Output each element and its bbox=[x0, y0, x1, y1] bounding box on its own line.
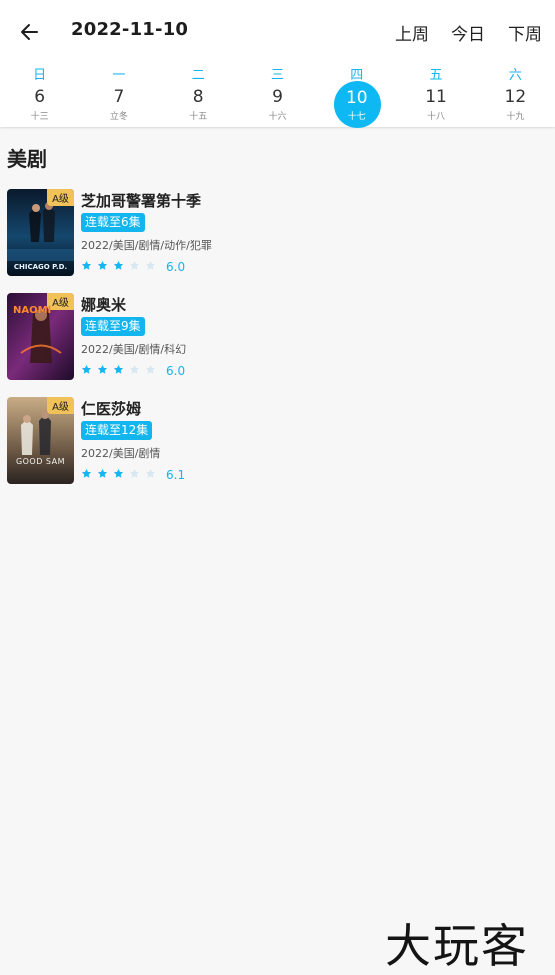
calendar-day[interactable]: 三 9 十六 bbox=[238, 60, 317, 126]
calendar-day[interactable]: 一 7 立冬 bbox=[79, 60, 158, 126]
poster-caption: NAOMI bbox=[13, 305, 52, 316]
back-button[interactable] bbox=[14, 16, 46, 48]
star-icon bbox=[113, 364, 124, 374]
lunar-date: 十五 bbox=[189, 112, 208, 122]
calendar-day[interactable]: 五 11 十八 bbox=[396, 60, 475, 126]
weekday-label: 日 bbox=[33, 68, 47, 83]
grade-badge: A级 bbox=[47, 189, 74, 206]
star-empty-icon bbox=[129, 260, 140, 270]
day-number: 6 bbox=[34, 87, 46, 107]
star-empty-icon bbox=[145, 468, 156, 478]
watermark: 大玩客 bbox=[385, 919, 529, 973]
calendar-day[interactable]: 六 12 十九 bbox=[476, 60, 555, 126]
lunar-date: 十六 bbox=[268, 112, 287, 122]
weekday-label: 六 bbox=[508, 68, 522, 83]
show-title: 芝加哥警署第十季 bbox=[81, 192, 202, 210]
star-empty-icon bbox=[129, 364, 140, 374]
lunar-date: 十八 bbox=[427, 112, 446, 122]
top-bar: 2022-11-10 上周 今日 下周 日 6 十三 一 7 立冬 二 8 十五… bbox=[0, 0, 555, 128]
show-meta: 2022/美国/剧情/动作/犯罪 bbox=[81, 239, 212, 252]
day-number: 8 bbox=[192, 87, 204, 107]
weekday-label: 一 bbox=[112, 68, 126, 83]
star-icon bbox=[113, 468, 124, 478]
star-icon bbox=[81, 260, 92, 270]
star-icon bbox=[81, 468, 92, 478]
episode-badge: 连载至9集 bbox=[81, 317, 145, 336]
section-title: 美剧 bbox=[7, 147, 47, 171]
lunar-date: 十三 bbox=[30, 112, 49, 122]
prev-week-button[interactable]: 上周 bbox=[395, 20, 429, 45]
show-meta: 2022/美国/剧情/科幻 bbox=[81, 343, 187, 356]
show-card[interactable]: A级 NAOMI 娜奥米 连载至9集 2022/美国/剧情/科幻 6.0 bbox=[7, 293, 547, 381]
poster-caption: CHICAGO P.D. bbox=[13, 263, 68, 271]
show-card[interactable]: A级 CHICAGO P.D. 芝加哥警署第十季 连载至6集 2022/美国/剧… bbox=[7, 189, 547, 277]
day-number: 7 bbox=[113, 87, 125, 107]
today-button[interactable]: 今日 bbox=[451, 20, 485, 45]
show-poster[interactable]: A级 GOOD SAM bbox=[7, 397, 74, 484]
show-card[interactable]: A级 GOOD SAM 仁医莎姆 连载至12集 2022/美国/剧情 6.1 bbox=[7, 397, 547, 485]
star-icon bbox=[97, 364, 108, 374]
star-icon bbox=[97, 468, 108, 478]
weekday-label: 五 bbox=[429, 68, 443, 83]
poster-caption: GOOD SAM bbox=[15, 457, 66, 466]
calendar-day-selected[interactable]: 四 10 十七 bbox=[317, 60, 396, 128]
star-icon bbox=[97, 260, 108, 270]
star-empty-icon bbox=[129, 468, 140, 478]
show-title: 娜奥米 bbox=[81, 296, 127, 314]
week-calendar: 日 6 十三 一 7 立冬 二 8 十五 三 9 十六 四 10 十七 五 11 bbox=[0, 60, 555, 128]
episode-badge: 连载至6集 bbox=[81, 213, 145, 232]
arrow-left-icon bbox=[21, 24, 38, 40]
rating-stars bbox=[81, 364, 161, 375]
calendar-day[interactable]: 日 6 十三 bbox=[0, 60, 79, 126]
show-poster[interactable]: A级 CHICAGO P.D. bbox=[7, 189, 74, 276]
rating-stars bbox=[81, 468, 161, 479]
current-date: 2022-11-10 bbox=[71, 19, 189, 40]
rating-score: 6.0 bbox=[166, 260, 186, 274]
rating-stars bbox=[81, 260, 161, 271]
day-number: 10 bbox=[345, 88, 368, 108]
calendar-day[interactable]: 二 8 十五 bbox=[159, 60, 238, 126]
show-meta: 2022/美国/剧情 bbox=[81, 447, 161, 460]
day-number: 11 bbox=[425, 87, 447, 107]
rating-score: 6.0 bbox=[166, 364, 186, 378]
lunar-date: 立冬 bbox=[109, 112, 128, 122]
star-icon bbox=[113, 260, 124, 270]
star-empty-icon bbox=[145, 260, 156, 270]
lunar-date: 十七 bbox=[347, 112, 366, 122]
star-icon bbox=[81, 364, 92, 374]
next-week-button[interactable]: 下周 bbox=[508, 20, 542, 45]
grade-badge: A级 bbox=[47, 397, 74, 414]
day-number: 12 bbox=[504, 87, 527, 107]
show-title: 仁医莎姆 bbox=[81, 400, 142, 418]
day-number: 9 bbox=[272, 87, 283, 107]
weekday-label: 二 bbox=[191, 68, 205, 83]
star-empty-icon bbox=[145, 364, 156, 374]
rating-score: 6.1 bbox=[166, 468, 186, 482]
show-poster[interactable]: A级 NAOMI bbox=[7, 293, 74, 380]
episode-badge: 连载至12集 bbox=[81, 421, 153, 440]
weekday-label: 三 bbox=[270, 68, 284, 83]
lunar-date: 十九 bbox=[506, 112, 525, 122]
